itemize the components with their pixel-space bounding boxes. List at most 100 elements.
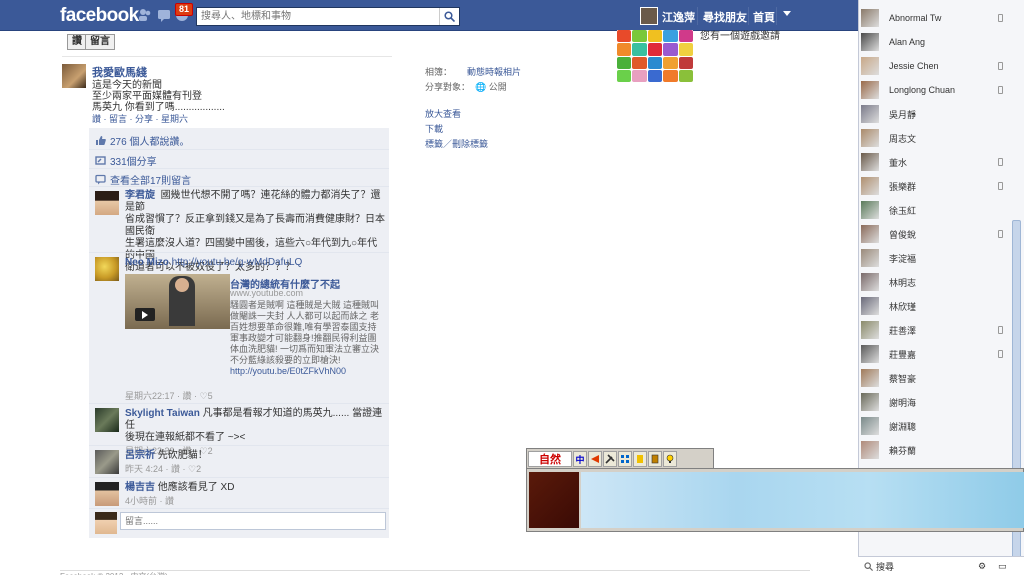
chat-options-icon[interactable]: ▭ xyxy=(998,561,1007,572)
chat-friend-avatar xyxy=(861,297,879,315)
search-button[interactable] xyxy=(439,8,459,25)
chat-friend-row[interactable]: 董水 xyxy=(861,151,1003,173)
game-tile xyxy=(647,43,663,56)
ime-dictionary-icon[interactable] xyxy=(648,451,662,467)
comment-author[interactable]: 李君旋 xyxy=(125,190,155,201)
ime-mode-button[interactable]: 中 xyxy=(573,451,587,467)
user-avatar[interactable] xyxy=(640,7,658,25)
game-tile xyxy=(617,69,632,82)
download-link[interactable]: 下載 xyxy=(425,122,443,135)
messages-icon[interactable] xyxy=(157,8,171,22)
chat-friend-avatar xyxy=(861,225,879,243)
chat-friend-avatar xyxy=(861,249,879,267)
game-tile xyxy=(678,30,693,43)
chat-friend-row[interactable]: 李淀福 xyxy=(861,247,1003,269)
game-tile xyxy=(678,43,693,56)
photo-comment-button[interactable]: 留言 xyxy=(85,34,115,50)
ime-fullwidth-icon[interactable] xyxy=(633,451,647,467)
commenter-avatar[interactable] xyxy=(95,191,119,215)
post-author-avatar[interactable] xyxy=(62,64,86,88)
chat-search[interactable]: 搜尋 ⚙ ▭ xyxy=(858,556,1024,575)
view-full-size-link[interactable]: 放大查看 xyxy=(425,107,461,120)
comment-link[interactable]: http://youtu.be/g-wMdDafuLQ xyxy=(172,257,303,268)
profile-link[interactable]: 江逸萍 xyxy=(662,9,695,25)
commenter-avatar[interactable] xyxy=(95,408,119,432)
divider xyxy=(89,149,389,150)
chat-friend-row[interactable]: 謝淵聰 xyxy=(861,415,1003,437)
ime-help-icon[interactable] xyxy=(663,451,677,467)
chat-friend-row[interactable]: 賴芬蘭 xyxy=(861,439,1003,461)
chat-friend-row[interactable]: Alan Ang xyxy=(861,31,1003,53)
chat-friend-avatar xyxy=(861,273,879,291)
album-label: 相簿： xyxy=(425,67,453,77)
chat-friend-row[interactable]: 張樂群 xyxy=(861,175,1003,197)
game-tile xyxy=(647,30,663,43)
game-tile xyxy=(647,56,663,69)
chat-friend-row[interactable]: 曾俊銳 xyxy=(861,223,1003,245)
share-audience-value[interactable]: 公開 xyxy=(489,82,507,92)
chat-friend-name: Alan Ang xyxy=(889,37,926,47)
chat-friend-row[interactable]: Longlong Chuan xyxy=(861,79,1003,101)
game-tile xyxy=(678,69,693,82)
chat-friend-avatar xyxy=(861,57,879,75)
mobile-phone-icon xyxy=(998,350,1003,358)
commenter-avatar[interactable] xyxy=(95,482,119,506)
ime-punctuation-icon[interactable] xyxy=(588,451,602,467)
comment-author[interactable]: Neo Mizo xyxy=(125,257,169,268)
chat-friend-row[interactable]: 林明志 xyxy=(861,271,1003,293)
chat-friend-name: 莊豐嘉 xyxy=(889,349,917,360)
commenter-avatar[interactable] xyxy=(95,257,119,281)
facebook-logo[interactable]: facebook xyxy=(60,5,139,27)
game-tile xyxy=(632,30,647,43)
chat-friend-row[interactable]: 徐玉紅 xyxy=(861,199,1003,221)
commenter-avatar[interactable] xyxy=(95,450,119,474)
chat-friend-avatar xyxy=(861,441,879,459)
photo-like-button[interactable]: 讚 xyxy=(67,34,87,50)
game-tile xyxy=(663,43,678,56)
comment-icon xyxy=(95,174,106,185)
ime-logo[interactable]: 自然 xyxy=(528,451,572,467)
play-icon[interactable] xyxy=(135,308,155,321)
comment-meta[interactable]: 4小時前 · 讚 xyxy=(125,494,385,507)
search-input[interactable] xyxy=(197,8,437,25)
chat-friend-row[interactable]: Abnormal Tw xyxy=(861,7,1003,29)
likes-summary[interactable]: 276 個人都說讚。 xyxy=(95,133,189,148)
shares-summary[interactable]: 331個分享 xyxy=(95,153,157,168)
game-invite-text[interactable]: 您有一個遊戲邀請 xyxy=(700,27,780,42)
comment-author[interactable]: 呂宗祈 xyxy=(125,450,155,461)
chat-friend-row[interactable]: 林欣瑾 xyxy=(861,295,1003,317)
chat-friend-row[interactable]: 吳月靜 xyxy=(861,103,1003,125)
chat-friend-row[interactable]: 莊善澤 xyxy=(861,319,1003,341)
chat-friend-row[interactable]: 莊豐嘉 xyxy=(861,343,1003,365)
ime-candidate-area[interactable] xyxy=(581,472,1024,528)
friend-requests-icon[interactable] xyxy=(138,8,152,22)
view-all-comments-link[interactable]: 查看全部17則留言 xyxy=(95,172,191,187)
ime-symbols-icon[interactable] xyxy=(618,451,632,467)
mobile-phone-icon xyxy=(998,86,1003,94)
divider xyxy=(89,168,389,169)
chat-friend-row[interactable]: 周志文 xyxy=(861,127,1003,149)
chat-friend-row[interactable]: Jessie Chen xyxy=(861,55,1003,77)
comment-author[interactable]: 楊吉吉 xyxy=(125,482,155,493)
chat-friend-avatar xyxy=(861,369,879,387)
game-tile xyxy=(617,56,632,69)
comment-meta[interactable]: 昨天 4:24 · 讚 · ♡2 xyxy=(125,462,385,475)
comment-meta[interactable]: 星期六22:17 · 讚 · ♡5 xyxy=(125,389,213,402)
ime-tools-icon[interactable] xyxy=(603,451,617,467)
home-link[interactable]: 首頁 xyxy=(753,9,775,25)
post-actions[interactable]: 讚 · 留言 · 分享 · 星期六 xyxy=(92,112,188,125)
account-menu-arrow-icon[interactable] xyxy=(783,11,791,16)
chat-friend-avatar xyxy=(861,417,879,435)
chat-friend-row[interactable]: 蔡智豪 xyxy=(861,367,1003,389)
chat-friend-avatar xyxy=(861,81,879,99)
find-friends-link[interactable]: 尋找朋友 xyxy=(703,9,747,25)
tag-remove-link[interactable]: 標籤／刪除標籤 xyxy=(425,137,488,150)
chat-settings-icon[interactable]: ⚙ xyxy=(978,561,986,572)
video-url[interactable]: http://youtu.be/E0tZFkVhN00 xyxy=(230,366,380,377)
chat-friend-name: 董水 xyxy=(889,157,908,168)
comment-author[interactable]: Skylight Taiwan xyxy=(125,408,200,419)
game-thumbnail[interactable] xyxy=(617,30,693,82)
album-link[interactable]: 動態時報相片 xyxy=(467,67,521,77)
chat-friend-row[interactable]: 謝明海 xyxy=(861,391,1003,413)
comment-input[interactable] xyxy=(121,513,371,529)
